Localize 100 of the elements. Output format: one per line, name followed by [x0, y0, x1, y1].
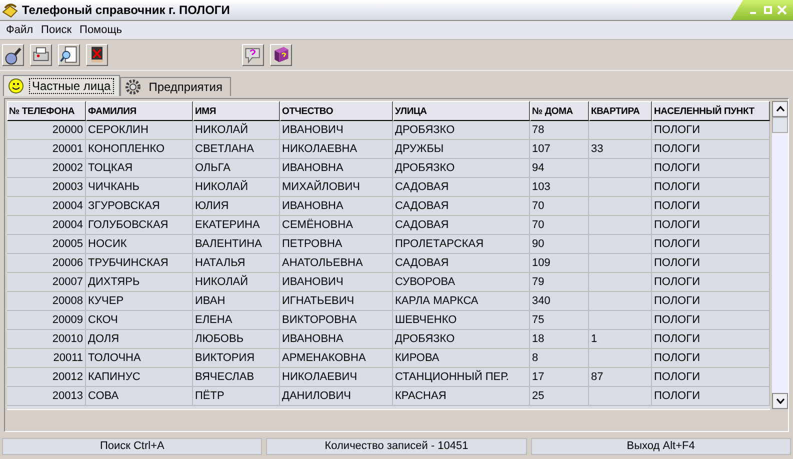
table-cell: КРАСНАЯ — [393, 387, 530, 406]
table-cell: ИВАНОВИЧ — [280, 121, 393, 140]
scrollbar[interactable] — [772, 101, 788, 409]
table-cell: КОНОПЛЕНКО — [86, 140, 193, 159]
tab[interactable]: Предприятия — [120, 77, 232, 96]
scroll-thumb[interactable] — [772, 117, 788, 133]
table-cell: 94 — [530, 159, 589, 178]
table-cell: ИВАНОВНА — [280, 330, 393, 349]
table-cell: ЕКАТЕРИНА — [193, 216, 280, 235]
toolbar-button[interactable] — [30, 44, 52, 66]
table-cell: КАПИНУС — [86, 368, 193, 387]
menu-item[interactable]: Помощь — [78, 24, 128, 36]
table-cell: ЧИЧКАНЬ — [86, 178, 193, 197]
table-cell: НИКОЛАЙ — [193, 273, 280, 292]
table-cell: ПЕТРОВНА — [280, 235, 393, 254]
table-cell: НОСИК — [86, 235, 193, 254]
table-cell: 20007 — [7, 273, 86, 292]
table-cell: ГОЛУБОВСКАЯ — [86, 216, 193, 235]
table-cell: НАТАЛЬЯ — [193, 254, 280, 273]
table-cell: АРМЕНАКОВНА — [280, 349, 393, 368]
column-header[interactable]: УЛИЦА — [393, 101, 530, 121]
table-cell: НИКОЛАЕВИЧ — [280, 368, 393, 387]
table-cell — [589, 216, 652, 235]
table-cell: 18 — [530, 330, 589, 349]
toolbar-button[interactable] — [242, 44, 264, 66]
table-cell: 17 — [530, 368, 589, 387]
table-cell: СОВА — [86, 387, 193, 406]
toolbar-button[interactable] — [58, 44, 80, 66]
table-cell: НИКОЛАЙ — [193, 178, 280, 197]
gear-icon — [124, 79, 141, 95]
column-header[interactable]: НАСЕЛЕННЫЙ ПУНКТ — [652, 101, 770, 121]
table-cell: ТОЛОЧНА — [86, 349, 193, 368]
table-cell: ПОЛОГИ — [652, 216, 770, 235]
table-cell: 20006 — [7, 254, 86, 273]
table-cell: 109 — [530, 254, 589, 273]
table-cell: ПОЛОГИ — [652, 254, 770, 273]
table-cell: ПОЛОГИ — [652, 387, 770, 406]
scroll-up-button[interactable] — [772, 101, 788, 117]
table-cell: 70 — [530, 216, 589, 235]
table-cell: ЗГУРОВСКАЯ — [86, 197, 193, 216]
menu-item[interactable]: Поиск — [39, 24, 78, 36]
table-cell: 20011 — [7, 349, 86, 368]
table-cell: 20013 — [7, 387, 86, 406]
table-cell: СКОЧ — [86, 311, 193, 330]
table-cell: ПОЛОГИ — [652, 311, 770, 330]
table-cell: СУВОРОВА — [393, 273, 530, 292]
table-cell: ПРОЛЕТАРСКАЯ — [393, 235, 530, 254]
table-cell: ПОЛОГИ — [652, 368, 770, 387]
table-cell: 1 — [589, 330, 652, 349]
table-cell: САДОВАЯ — [393, 178, 530, 197]
table-cell: 90 — [530, 235, 589, 254]
table-cell — [589, 292, 652, 311]
table-cell: 33 — [589, 140, 652, 159]
table-cell: 78 — [530, 121, 589, 140]
table-cell: 107 — [530, 140, 589, 159]
column-header[interactable]: № ДОМА — [530, 101, 589, 121]
table-cell — [589, 197, 652, 216]
table-cell: ИВАНОВНА — [280, 159, 393, 178]
table-cell — [589, 178, 652, 197]
table-cell: МИХАЙЛОВИЧ — [280, 178, 393, 197]
table-cell: 75 — [530, 311, 589, 330]
toolbar-button[interactable] — [2, 44, 24, 66]
table-cell: КИРОВА — [393, 349, 530, 368]
table-cell: ДРУЖБЫ — [393, 140, 530, 159]
table-cell: ПОЛОГИ — [652, 349, 770, 368]
toolbar-button[interactable] — [86, 44, 108, 66]
status-panel: Количество записей - 10451 — [266, 438, 527, 455]
table-cell: 20009 — [7, 311, 86, 330]
column-header[interactable]: № ТЕЛЕФОНА — [7, 101, 86, 121]
table-cell: ПЁТР — [193, 387, 280, 406]
table-cell: ЕЛЕНА — [193, 311, 280, 330]
scroll-down-button[interactable] — [772, 393, 788, 409]
status-panel: Поиск Ctrl+A — [2, 438, 262, 455]
table-cell: ПОЛОГИ — [652, 178, 770, 197]
table-cell: ВЯЧЕСЛАВ — [193, 368, 280, 387]
help-bubble-icon — [243, 45, 263, 65]
menu-item[interactable]: Файл — [4, 24, 40, 36]
table-cell: ПОЛОГИ — [652, 159, 770, 178]
table-cell: ТРУБЧИНСКАЯ — [86, 254, 193, 273]
table-cell — [589, 235, 652, 254]
column-header[interactable]: ФАМИЛИЯ — [86, 101, 193, 121]
table-cell: ПОЛОГИ — [652, 292, 770, 311]
table-cell: ДАНИЛОВИЧ — [280, 387, 393, 406]
table-cell: ПОЛОГИ — [652, 140, 770, 159]
column-header[interactable]: ИМЯ — [193, 101, 280, 121]
table-cell: 20003 — [7, 178, 86, 197]
table-cell: ВИКТОРОВНА — [280, 311, 393, 330]
table-cell: ДРОБЯЗКО — [393, 121, 530, 140]
table-cell — [589, 159, 652, 178]
table-cell: ВИКТОРИЯ — [193, 349, 280, 368]
table-cell: 20005 — [7, 235, 86, 254]
table-cell: 340 — [530, 292, 589, 311]
table-cell — [589, 387, 652, 406]
table-cell: ДОЛЯ — [86, 330, 193, 349]
column-header[interactable]: ОТЧЕСТВО — [280, 101, 393, 121]
tab[interactable]: Частные лица — [3, 75, 120, 96]
table-cell: 20012 — [7, 368, 86, 387]
column-header[interactable]: КВАРТИРА — [589, 101, 652, 121]
table-cell: ЛЮБОВЬ — [193, 330, 280, 349]
table-cell: ПОЛОГИ — [652, 235, 770, 254]
